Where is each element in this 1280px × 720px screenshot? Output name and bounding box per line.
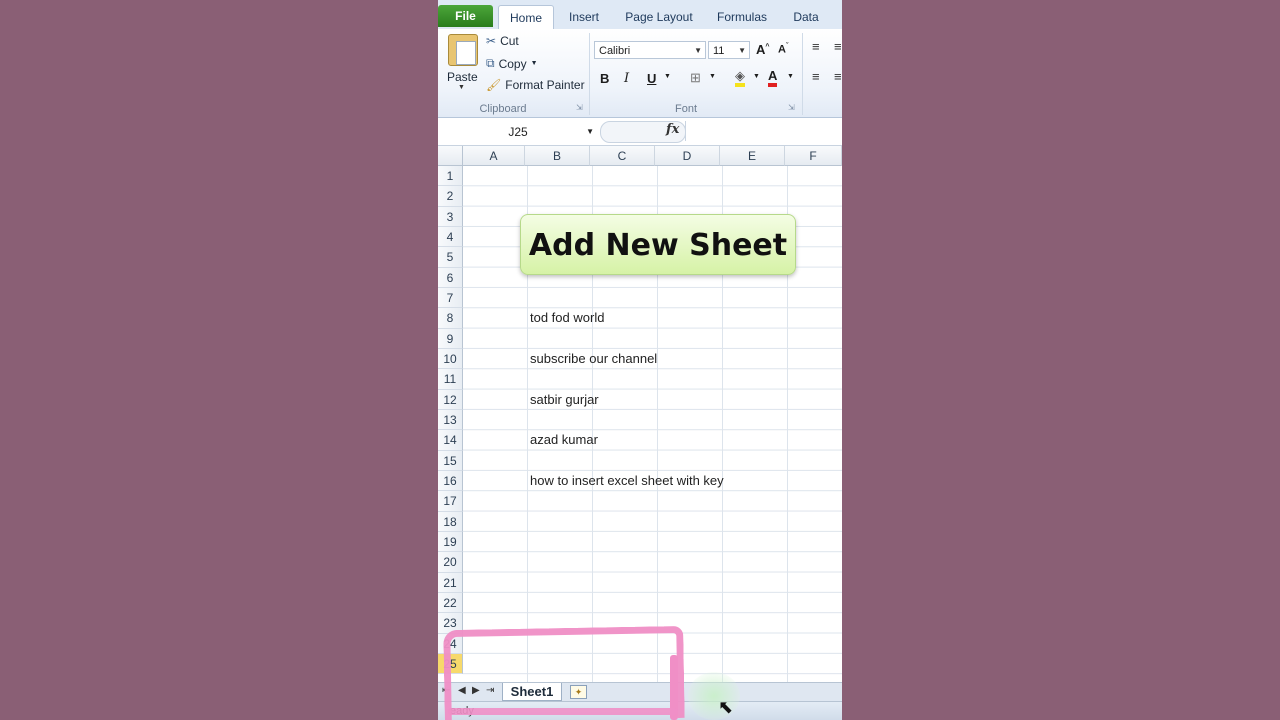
tab-insert[interactable]: Insert: [560, 5, 608, 29]
paste-button[interactable]: Paste ▼: [438, 29, 484, 99]
row-header[interactable]: 5: [438, 247, 463, 268]
row-header[interactable]: 16: [438, 471, 463, 492]
row-header[interactable]: 17: [438, 491, 463, 512]
ribbon-tabs: File Home Insert Page Layout Formulas Da…: [438, 0, 842, 30]
cell-text[interactable]: satbir gurjar: [530, 390, 599, 410]
row-header[interactable]: 2: [438, 186, 463, 207]
row-header[interactable]: 14: [438, 430, 463, 451]
cell-text[interactable]: tod fod world: [530, 308, 604, 328]
highlight-annotation: [443, 625, 685, 720]
cell-text[interactable]: subscribe our channel: [530, 349, 657, 369]
paste-label: Paste: [447, 70, 478, 84]
row-header[interactable]: 6: [438, 267, 463, 288]
column-header[interactable]: C: [590, 146, 655, 166]
shrink-font-icon[interactable]: Aˇ: [778, 43, 788, 56]
tab-formulas[interactable]: Formulas: [710, 5, 774, 29]
row-header[interactable]: 8: [438, 308, 463, 329]
borders-icon[interactable]: ⊞: [690, 70, 701, 86]
font-color-icon[interactable]: A: [768, 69, 778, 87]
underline-button[interactable]: U: [647, 71, 656, 86]
copy-icon: ⧉: [486, 56, 495, 70]
group-label-font: Font: [674, 103, 697, 115]
formula-bar: J25 ▼ fx: [438, 118, 842, 146]
column-header[interactable]: D: [655, 146, 720, 166]
group-separator: [589, 33, 590, 115]
copy-label: Copy: [498, 56, 527, 71]
format-painter-label: Format Painter: [505, 78, 585, 92]
dialog-launcher-icon[interactable]: ⇲: [576, 103, 583, 112]
group-separator: [802, 33, 803, 115]
row-header[interactable]: 10: [438, 349, 463, 370]
font-size-select[interactable]: 11 ▼: [708, 41, 750, 59]
align-center-icon[interactable]: ≡: [834, 69, 842, 84]
column-header[interactable]: A: [463, 146, 525, 166]
column-header[interactable]: E: [720, 146, 785, 166]
cell-text[interactable]: azad kumar: [530, 430, 598, 450]
row-header[interactable]: 22: [438, 593, 463, 614]
italic-button[interactable]: I: [624, 71, 629, 86]
overlay-title-banner: Add New Sheet: [520, 214, 796, 275]
paintbrush-icon: 🖌: [486, 78, 502, 92]
cell-text[interactable]: how to insert excel sheet with key: [530, 471, 724, 491]
tab-data[interactable]: Data: [786, 5, 826, 29]
chevron-down-icon: ▼: [738, 46, 746, 55]
row-header[interactable]: 12: [438, 389, 463, 411]
align-top-icon[interactable]: ≡: [812, 39, 820, 54]
row-header[interactable]: 21: [438, 572, 463, 594]
group-label-clipboard: Clipboard: [479, 103, 527, 115]
chevron-down-icon: ▼: [530, 60, 538, 67]
font-name-select[interactable]: Calibri ▼: [594, 41, 706, 59]
column-header[interactable]: F: [785, 146, 842, 166]
row-header[interactable]: 18: [438, 511, 463, 533]
format-painter-button[interactable]: 🖌 Format Painter: [486, 78, 585, 92]
column-header[interactable]: B: [525, 146, 590, 166]
row-header[interactable]: 20: [438, 552, 463, 573]
chevron-down-icon[interactable]: ▼: [664, 73, 671, 80]
chevron-down-icon: ▼: [586, 127, 594, 136]
row-header[interactable]: 13: [438, 410, 463, 431]
formula-input[interactable]: [685, 121, 842, 141]
tab-page-layout[interactable]: Page Layout: [618, 5, 700, 29]
select-all-corner[interactable]: [438, 146, 463, 166]
row-header[interactable]: 4: [438, 227, 463, 248]
name-box-value: J25: [508, 125, 528, 139]
align-middle-icon[interactable]: ≡: [834, 39, 842, 54]
mouse-cursor-icon: ⬉: [718, 697, 734, 717]
grow-font-icon[interactable]: A^: [756, 42, 769, 57]
row-header[interactable]: 19: [438, 532, 463, 553]
chevron-down-icon[interactable]: ▼: [787, 73, 794, 80]
row-header[interactable]: 7: [438, 288, 463, 309]
scissors-icon: ✂: [486, 34, 497, 48]
paste-icon: [448, 34, 478, 66]
row-header[interactable]: 3: [438, 206, 463, 227]
highlight-annotation-bottom: [448, 708, 678, 715]
name-box[interactable]: J25 ▼: [438, 122, 598, 142]
dialog-launcher-icon[interactable]: ⇲: [788, 103, 795, 112]
chevron-down-icon[interactable]: ▼: [753, 73, 760, 80]
font-name-value: Calibri: [599, 45, 631, 57]
cut-button[interactable]: ✂ Cut: [486, 34, 519, 48]
ribbon-home: Paste ▼ ✂ Cut ⧉ Copy ▼ 🖌 Format Painter …: [438, 29, 842, 118]
font-size-value: 11: [713, 45, 725, 57]
bold-button[interactable]: B: [600, 71, 609, 86]
row-header[interactable]: 9: [438, 328, 463, 350]
fill-color-icon[interactable]: ◈: [735, 69, 745, 87]
chevron-down-icon[interactable]: ▼: [709, 73, 716, 80]
tab-file[interactable]: File: [438, 5, 493, 27]
row-header[interactable]: 15: [438, 450, 463, 472]
tab-home[interactable]: Home: [498, 5, 554, 30]
align-left-icon[interactable]: ≡: [812, 69, 820, 84]
row-header[interactable]: 1: [438, 166, 463, 187]
chevron-down-icon: ▼: [694, 46, 702, 55]
cut-label: Cut: [500, 34, 519, 48]
insert-function-icon[interactable]: fx: [666, 122, 679, 137]
excel-window: File Home Insert Page Layout Formulas Da…: [438, 0, 842, 720]
chevron-down-icon: ▼: [458, 84, 465, 91]
row-header[interactable]: 11: [438, 369, 463, 390]
copy-button[interactable]: ⧉ Copy ▼: [486, 56, 538, 71]
